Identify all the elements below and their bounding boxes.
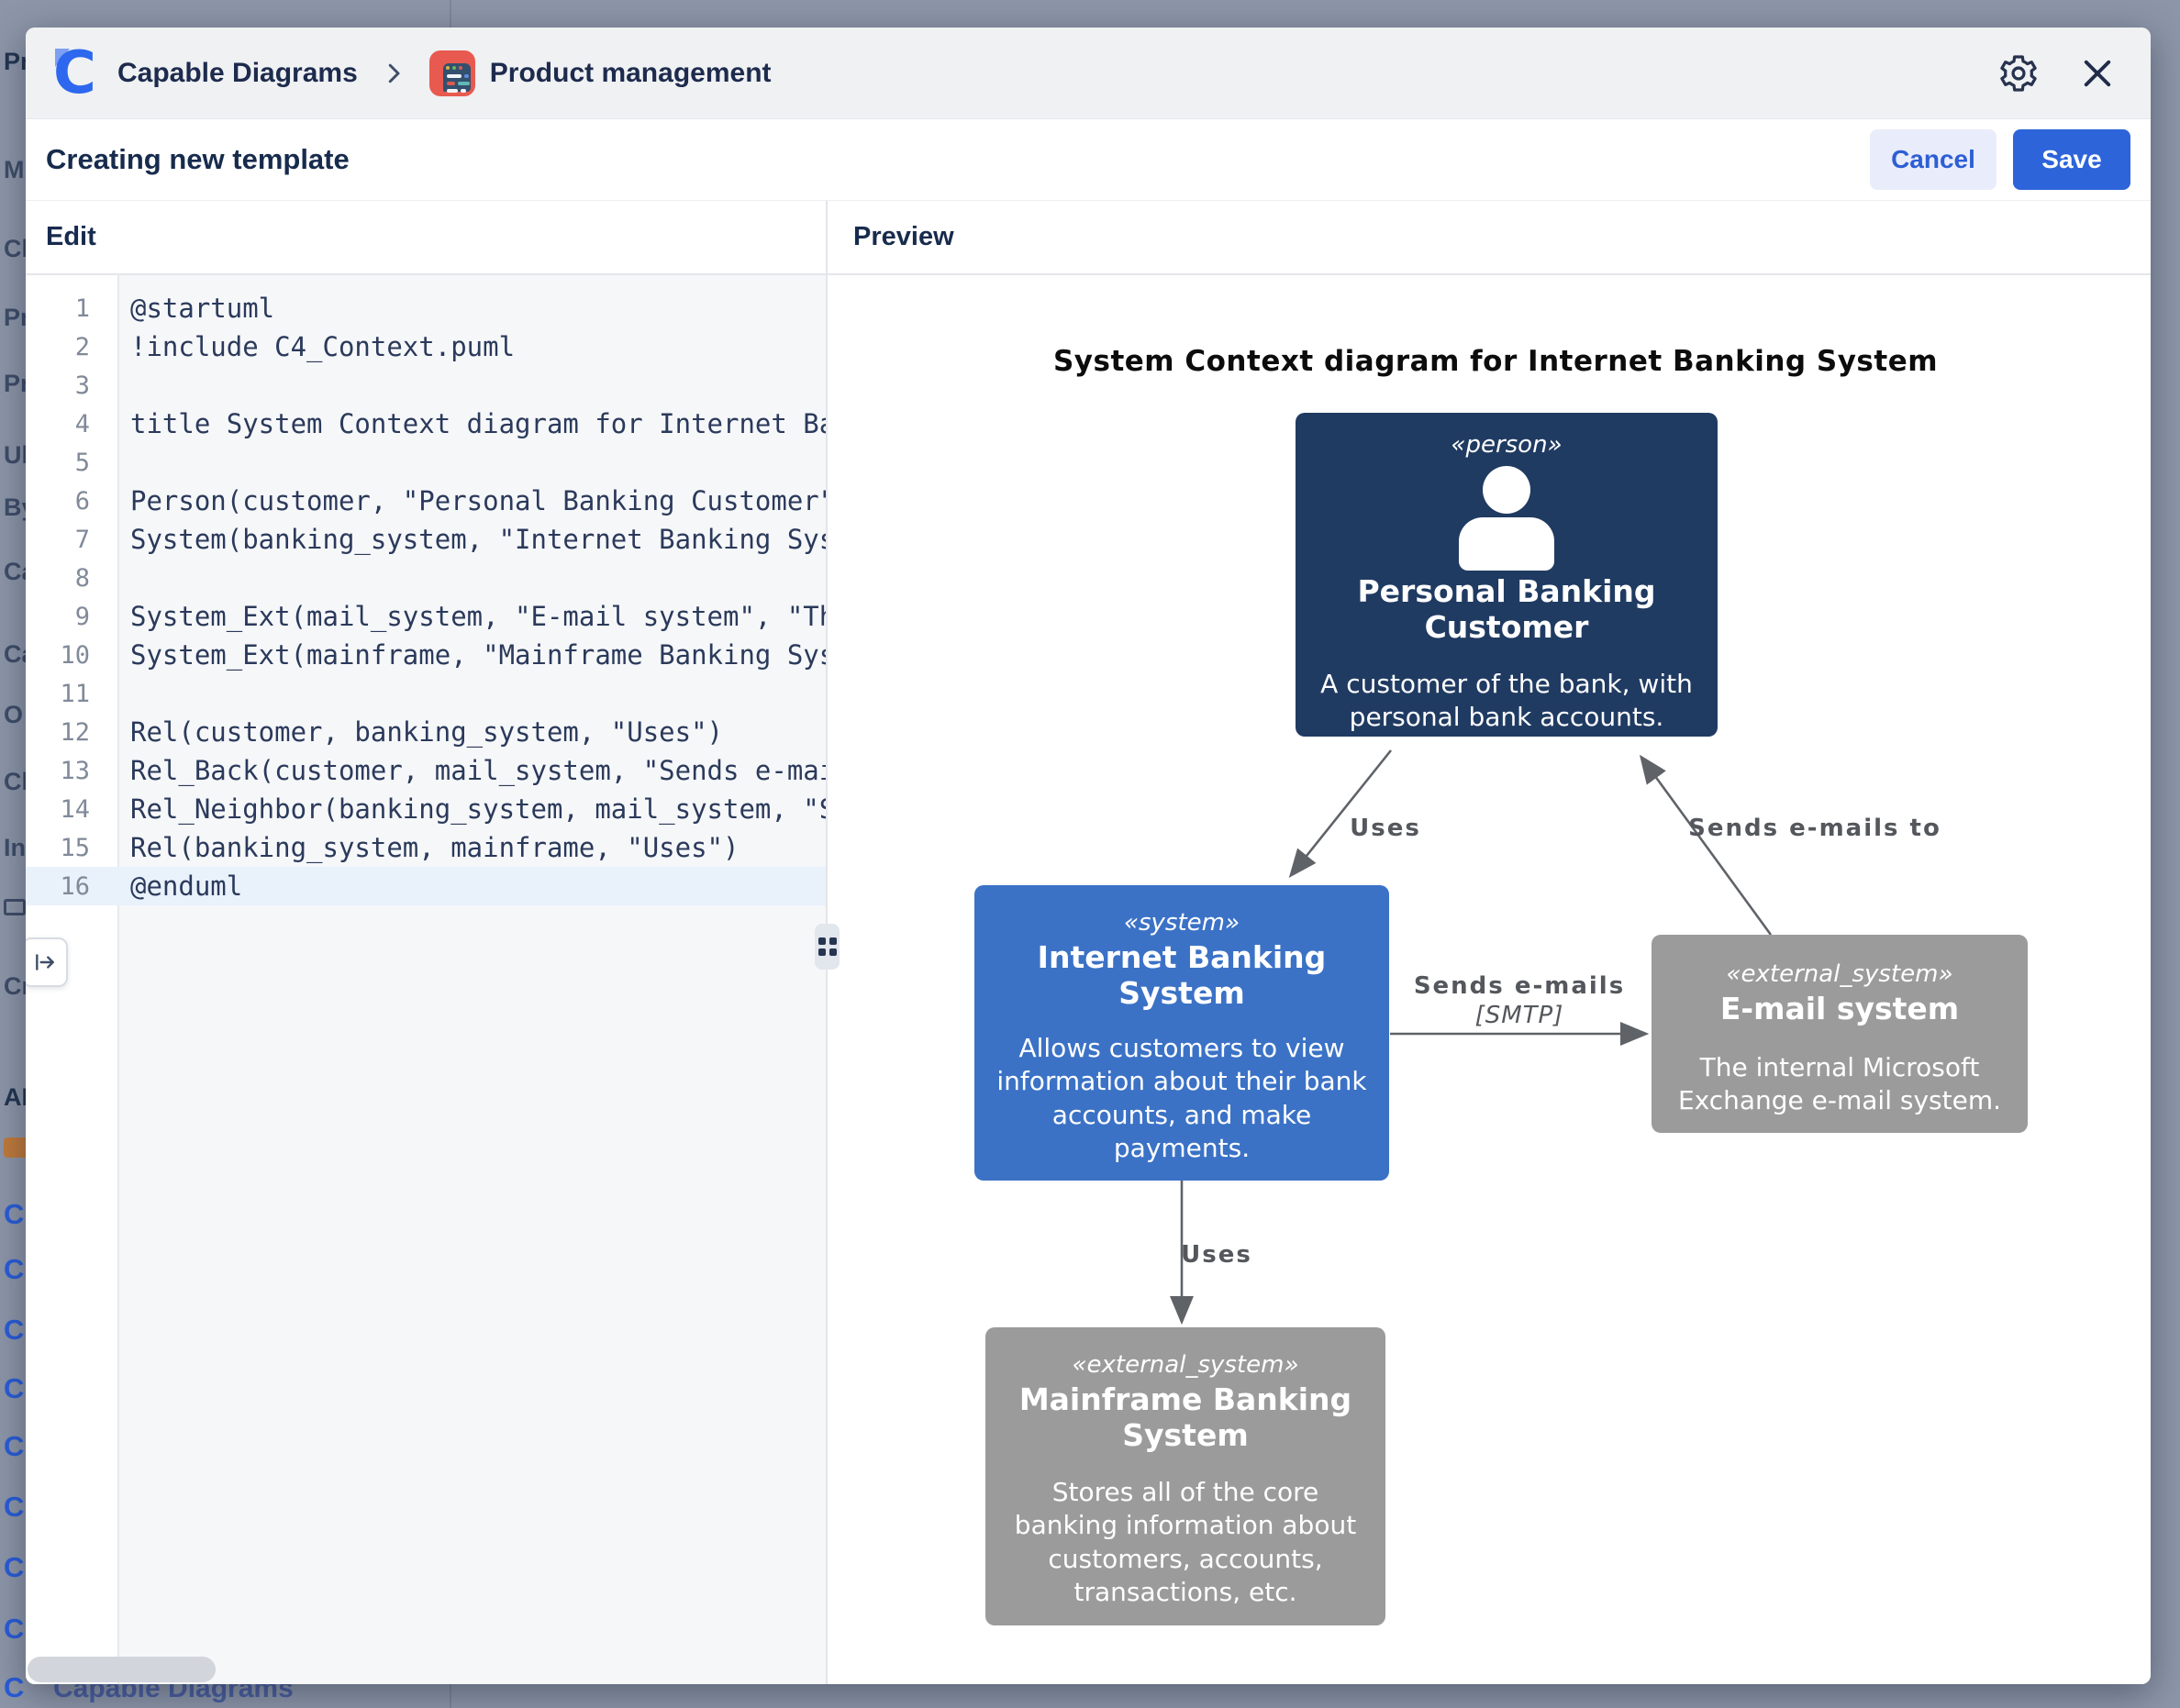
line-number: 12	[26, 718, 117, 747]
editor-line[interactable]: 12Rel(customer, banking_system, "Uses")	[26, 713, 826, 751]
line-code[interactable]: Rel(customer, banking_system, "Uses")	[117, 716, 826, 748]
relation-label-uses-bottom: Uses	[1181, 1241, 1252, 1269]
line-number: 1	[26, 294, 117, 323]
editor-line[interactable]: 7System(banking_system, "Internet Bankin…	[26, 520, 826, 559]
diagram-box-mainframe: «external_system» Mainframe Banking Syst…	[985, 1327, 1385, 1625]
template-editor-modal: C Capable Diagrams Product man	[26, 28, 2151, 1684]
editor-line[interactable]: 9System_Ext(mail_system, "E-mail system"…	[26, 597, 826, 636]
box-title: E-mail system	[1670, 992, 2009, 1027]
line-number: 11	[26, 680, 117, 708]
stereotype-label: «external_system»	[1004, 1351, 1367, 1379]
line-number: 2	[26, 333, 117, 361]
box-description: The internal Microsoft Exchange e-mail s…	[1670, 1051, 2009, 1118]
editor-line[interactable]: 5	[26, 443, 826, 482]
editor-line[interactable]: 3	[26, 366, 826, 405]
gear-icon	[1997, 52, 2040, 94]
editor-line[interactable]: 15Rel(banking_system, mainframe, "Uses")	[26, 828, 826, 867]
line-code[interactable]: Rel_Back(customer, mail_system, "Sends e…	[117, 755, 826, 786]
collapse-arrow-icon	[33, 950, 57, 974]
page-title: Creating new template	[46, 143, 350, 176]
diagram-preview: System Context diagram for Internet Bank…	[828, 275, 2151, 1684]
modal-title-row: Creating new template Cancel Save	[26, 119, 2151, 200]
editor-line[interactable]: 6Person(customer, "Personal Banking Cust…	[26, 482, 826, 520]
close-icon	[2078, 54, 2117, 93]
modal-topbar: C Capable Diagrams Product man	[26, 28, 2151, 119]
panel-resize-handle[interactable]	[815, 924, 840, 970]
panel-headers: Edit Preview	[26, 200, 2151, 275]
line-number: 6	[26, 487, 117, 516]
preview-panel-label: Preview	[828, 201, 2151, 273]
line-number: 4	[26, 410, 117, 438]
close-button[interactable]	[2075, 51, 2119, 95]
line-code[interactable]: @startuml	[117, 293, 826, 324]
diagram-box-internet-banking-system: «system» Internet Banking System Allows …	[974, 885, 1389, 1181]
backdrop-divider-line	[450, 1684, 451, 1708]
diagram-box-person: «person» Personal Banking Customer A cus…	[1296, 413, 1718, 737]
stereotype-label: «external_system»	[1670, 960, 2009, 988]
line-code[interactable]: System(banking_system, "Internet Banking…	[117, 524, 826, 555]
box-description: Allows customers to view information abo…	[995, 1032, 1369, 1166]
chevron-right-icon	[380, 60, 407, 87]
editor-line[interactable]: 1@startuml	[26, 289, 826, 327]
line-number: 14	[26, 795, 117, 824]
line-code[interactable]: Rel_Neighbor(banking_system, mail_system…	[117, 793, 826, 825]
line-number: 10	[26, 641, 117, 670]
box-title: Internet Banking System	[995, 940, 1369, 1012]
line-number: 3	[26, 372, 117, 400]
editor-line[interactable]: 13Rel_Back(customer, mail_system, "Sends…	[26, 751, 826, 790]
line-number: 15	[26, 834, 117, 862]
cancel-button[interactable]: Cancel	[1870, 129, 1996, 190]
folder-icon	[4, 899, 26, 915]
stereotype-label: «person»	[1319, 431, 1694, 459]
line-number: 5	[26, 449, 117, 477]
line-code[interactable]: System_Ext(mainframe, "Mainframe Banking…	[117, 639, 826, 671]
person-icon	[1456, 466, 1557, 571]
relation-technology-label: [SMTP]	[1414, 1002, 1625, 1029]
box-description: A customer of the bank, with personal ba…	[1319, 668, 1694, 735]
relation-label-sends-emails-to: Sends e-mails to	[1688, 815, 1941, 842]
editor-line[interactable]: 16@enduml	[26, 867, 826, 905]
breadcrumb-page-name[interactable]: Product management	[490, 58, 772, 89]
editor-line[interactable]: 10System_Ext(mainframe, "Mainframe Banki…	[26, 636, 826, 674]
line-code[interactable]: Person(customer, "Personal Banking Custo…	[117, 485, 826, 516]
line-number: 9	[26, 603, 117, 631]
line-number: 16	[26, 872, 117, 901]
editor-line[interactable]: 11	[26, 674, 826, 713]
relation-label-text: Sends e-mails	[1414, 972, 1625, 1000]
line-code[interactable]: Rel(banking_system, mainframe, "Uses")	[117, 832, 826, 863]
line-number: 7	[26, 526, 117, 554]
backdrop-divider-line	[450, 0, 451, 28]
editor-line[interactable]: 14Rel_Neighbor(banking_system, mail_syst…	[26, 790, 826, 828]
code-editor[interactable]: 1@startuml2!include C4_Context.puml34tit…	[26, 275, 826, 1684]
line-code[interactable]: @enduml	[117, 871, 826, 902]
line-code[interactable]: System_Ext(mail_system, "E-mail system",…	[117, 601, 826, 632]
box-title: Personal Banking Customer	[1319, 574, 1694, 646]
save-button[interactable]: Save	[2013, 129, 2130, 190]
editor-line[interactable]: 4title System Context diagram for Intern…	[26, 405, 826, 443]
capable-diagrams-logo-icon: C	[53, 47, 105, 100]
relation-label-uses-top: Uses	[1350, 815, 1421, 842]
relation-label-sends-emails: Sends e-mails [SMTP]	[1414, 972, 1625, 1029]
product-management-app-icon	[429, 50, 475, 96]
edit-panel-label: Edit	[26, 201, 826, 273]
line-number: 13	[26, 757, 117, 785]
settings-button[interactable]	[1996, 51, 2041, 95]
box-description: Stores all of the core banking informati…	[1004, 1476, 1367, 1610]
box-title: Mainframe Banking System	[1004, 1382, 1367, 1454]
editor-horizontal-scrollbar[interactable]	[28, 1657, 216, 1682]
expand-sidebar-button[interactable]	[26, 937, 68, 987]
editor-line[interactable]: 8	[26, 559, 826, 597]
diagram-box-email-system: «external_system» E-mail system The inte…	[1652, 935, 2028, 1133]
line-number: 8	[26, 564, 117, 593]
line-code[interactable]: title System Context diagram for Interne…	[117, 408, 826, 439]
stereotype-label: «system»	[995, 909, 1369, 937]
editor-line[interactable]: 2!include C4_Context.puml	[26, 327, 826, 366]
line-code[interactable]: !include C4_Context.puml	[117, 331, 826, 362]
breadcrumb-app-name[interactable]: Capable Diagrams	[117, 58, 358, 89]
